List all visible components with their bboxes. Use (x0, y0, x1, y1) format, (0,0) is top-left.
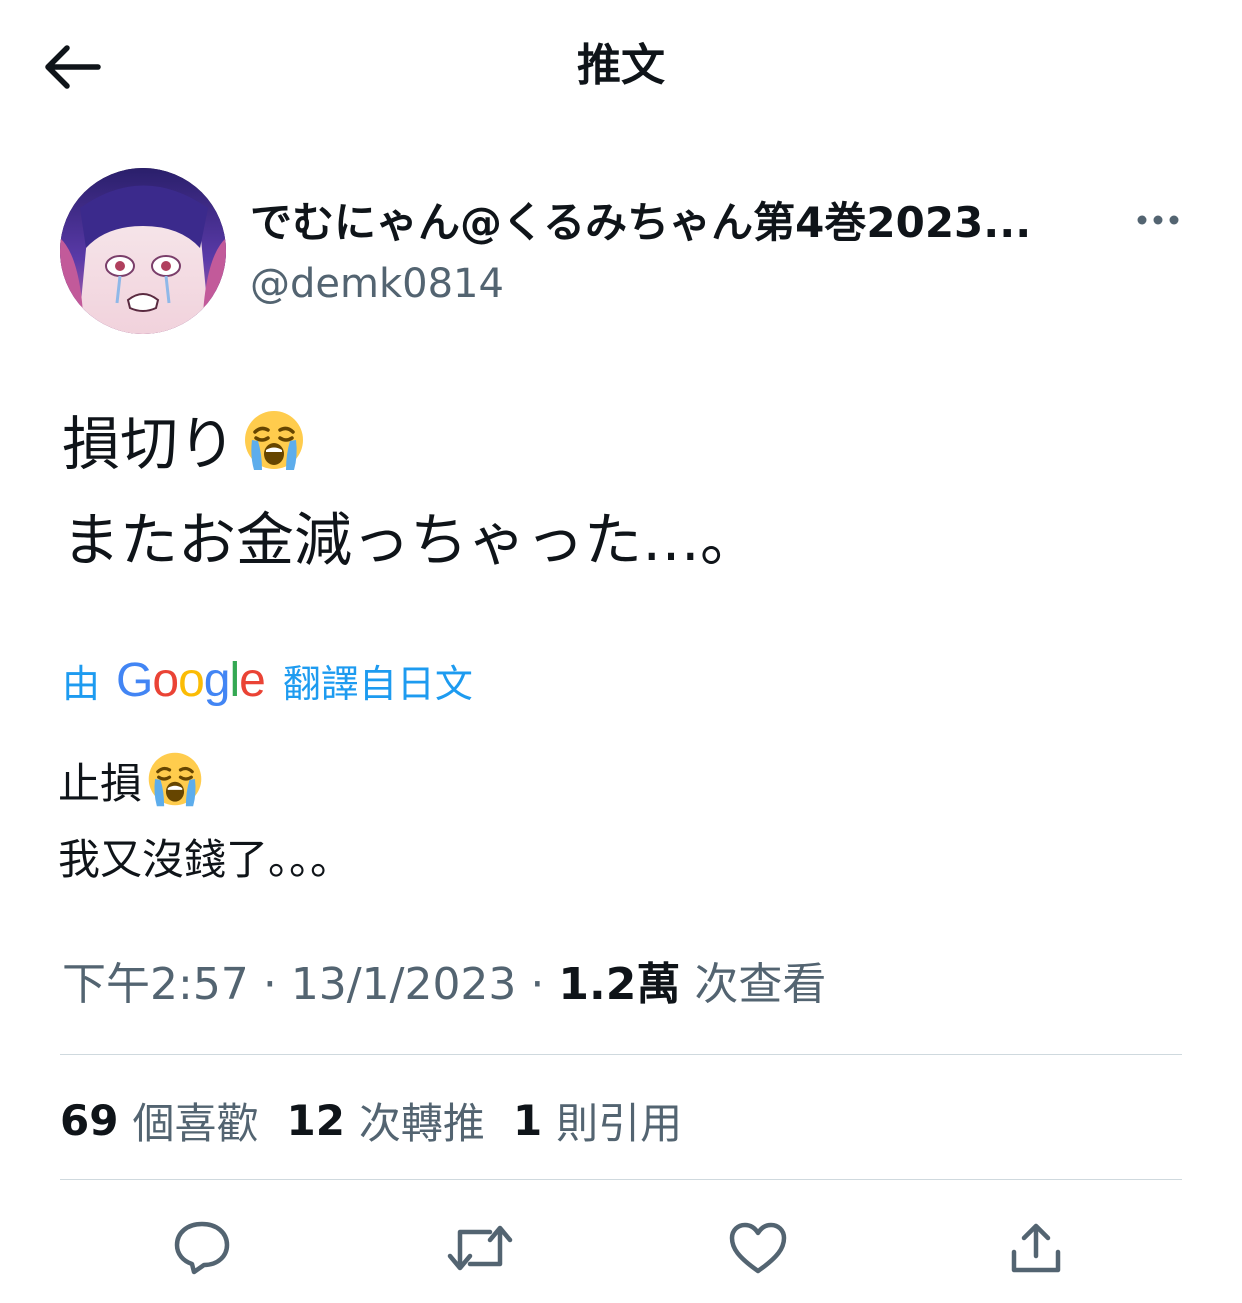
like-button[interactable] (722, 1212, 794, 1284)
tweet-line-1: 損切り (62, 410, 237, 478)
avatar-image (60, 168, 226, 334)
meta-separator: · (262, 959, 277, 1010)
action-bar (0, 1200, 1242, 1296)
quotes-stat[interactable]: 1 則引用 (513, 1090, 682, 1151)
quotes-count: 1 (512, 1095, 543, 1145)
translated-line-2: 我又沒錢了。。。 (58, 835, 353, 884)
likes-stat[interactable]: 69 個喜歡 (60, 1090, 258, 1151)
views-count: 1.2萬 (558, 959, 681, 1010)
divider (60, 1179, 1182, 1180)
author-handle[interactable]: @demk0814 (250, 258, 504, 310)
share-button[interactable] (1000, 1212, 1072, 1284)
loudly-crying-face-icon (146, 750, 204, 827)
top-bar: 推文 (0, 0, 1242, 135)
page-title: 推文 (577, 40, 665, 91)
retweets-label: 次轉推 (358, 1098, 485, 1148)
retweet-button[interactable] (444, 1212, 516, 1284)
google-logo: Google (116, 653, 266, 707)
translate-attribution[interactable]: 由 Google 翻譯自日文 (62, 650, 473, 710)
avatar[interactable] (60, 168, 226, 334)
retweets-stat[interactable]: 12 次轉推 (286, 1090, 484, 1151)
translate-prefix: 由 (62, 661, 101, 706)
tweet-date[interactable]: 13/1/2023 (291, 959, 517, 1010)
translated-line: 止損 (58, 750, 1178, 827)
divider (60, 1054, 1182, 1055)
retweet-icon (447, 1225, 513, 1271)
tweet-time[interactable]: 下午2:57 (62, 959, 249, 1010)
engagement-stats: 69 個喜歡 12 次轉推 1 則引用 (60, 1090, 710, 1150)
tweet-text: 損切り またお金減っちゃった…。 (62, 400, 1182, 584)
translated-text: 止損 我又沒錢了。。。 (58, 750, 1178, 893)
tweet-line-2: またお金減っちゃった…。 (62, 506, 759, 574)
author-display-name[interactable]: でむにゃん@くるみちゃん第4巻2023... (250, 195, 1110, 251)
retweets-count: 12 (286, 1095, 345, 1145)
likes-count: 69 (60, 1095, 119, 1145)
translate-source-label[interactable]: 翻譯自日文 (283, 653, 473, 708)
reply-icon (174, 1221, 230, 1275)
likes-label: 個喜歡 (132, 1098, 259, 1148)
tweet-detail-page: 推文 でむにゃん@くるみちゃん第4巻2023... @demk0814 損切り … (0, 0, 1242, 1303)
share-icon (1011, 1223, 1061, 1273)
loudly-crying-face-icon (242, 408, 306, 496)
tweet-line: 損切り (62, 400, 1182, 496)
views-label: 次查看 (694, 959, 827, 1010)
more-options-button[interactable] (1128, 200, 1188, 240)
heart-icon (729, 1222, 787, 1274)
more-horizontal-icon (1137, 215, 1179, 225)
quotes-label: 則引用 (556, 1098, 683, 1148)
tweet-meta: 下午2:57 · 13/1/2023 · 1.2萬 次查看 (62, 955, 826, 1015)
translated-line-1: 止損 (58, 759, 143, 808)
meta-separator: · (530, 959, 545, 1010)
reply-button[interactable] (166, 1212, 238, 1284)
